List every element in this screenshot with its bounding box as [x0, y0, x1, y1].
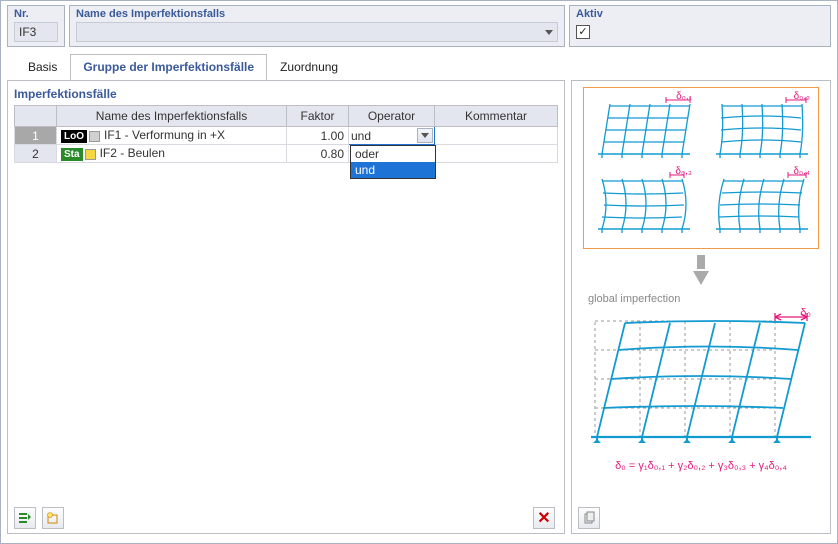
delta-label-1: δ₀,₁ [676, 91, 692, 102]
type-badge: LoO [61, 130, 87, 143]
imperfection-table: Name des Imperfektionsfalls Faktor Opera… [14, 105, 558, 163]
arrow-down-icon [693, 255, 709, 287]
delta-label-4: δ₀,₄ [793, 166, 810, 177]
aktiv-checkbox[interactable]: ✓ [576, 25, 590, 39]
delta-big-label: δ₀ [800, 307, 811, 319]
copy-diagram-button[interactable] [578, 507, 600, 529]
col-header-kommentar[interactable]: Kommentar [435, 106, 558, 127]
delta-label-3: δ₀,₃ [675, 166, 692, 177]
row-number[interactable]: 1 [15, 127, 57, 145]
col-header-operator[interactable]: Operator [349, 106, 435, 127]
operator-option-und[interactable]: und [351, 162, 435, 178]
global-imperfection-label: global imperfection [588, 293, 680, 305]
type-badge: Sta [61, 148, 83, 161]
tab-zuordnung[interactable]: Zuordnung [267, 54, 351, 81]
cell-name[interactable]: Sta IF2 - Beulen [57, 145, 287, 163]
operator-dropdown-button[interactable] [417, 128, 433, 143]
color-swatch [85, 149, 96, 160]
panel-title: Imperfektionsfälle [14, 87, 558, 101]
name-select[interactable] [76, 22, 558, 42]
operator-option-oder[interactable]: oder [351, 146, 435, 162]
aktiv-label: Aktiv [576, 8, 824, 20]
color-swatch [89, 131, 100, 142]
formula-label: δ₀ = γ₁δ₀,₁ + γ₂δ₀,₂ + γ₃δ₀,₃ + γ₄δ₀,₄ [615, 460, 787, 472]
cell-faktor[interactable]: 1.00 [287, 127, 349, 145]
close-icon: ✕ [537, 508, 550, 528]
table-row[interactable]: 2 Sta IF2 - Beulen 0.80 [15, 145, 558, 163]
chevron-down-icon [545, 30, 553, 35]
new-item-button[interactable] [42, 507, 64, 529]
row-name-text: IF2 - Beulen [100, 146, 165, 160]
name-label: Name des Imperfektionsfalls [76, 8, 558, 20]
col-header-name[interactable]: Name des Imperfektionsfalls [57, 106, 287, 127]
nr-input[interactable] [14, 22, 58, 42]
operator-value: und [351, 129, 371, 143]
cell-operator[interactable]: und [349, 127, 435, 145]
cell-name[interactable]: LoO IF1 - Verformung in +X [57, 127, 287, 145]
diagram-combined: δ₀ [585, 309, 817, 452]
check-icon: ✓ [578, 27, 587, 38]
chevron-down-icon [421, 133, 429, 138]
operator-dropdown[interactable]: oder und [350, 145, 436, 179]
diagram-group-top: δ₀,₁ δ₀,₂ [583, 87, 819, 249]
add-to-list-button[interactable] [14, 507, 36, 529]
nr-label: Nr. [14, 8, 58, 20]
delta-label-2: δ₀,₂ [794, 91, 810, 102]
cell-kommentar[interactable] [435, 127, 558, 145]
row-name-text: IF1 - Verformung in +X [104, 128, 225, 142]
col-header-nr[interactable] [15, 106, 57, 127]
cell-faktor[interactable]: 0.80 [287, 145, 349, 163]
delete-button[interactable]: ✕ [533, 507, 555, 529]
row-number[interactable]: 2 [15, 145, 57, 163]
tab-basis[interactable]: Basis [15, 54, 70, 81]
tab-gruppe[interactable]: Gruppe der Imperfektionsfälle [70, 54, 267, 81]
col-header-faktor[interactable]: Faktor [287, 106, 349, 127]
cell-kommentar[interactable] [435, 145, 558, 163]
table-row[interactable]: 1 LoO IF1 - Verformung in +X 1.00und [15, 127, 558, 145]
